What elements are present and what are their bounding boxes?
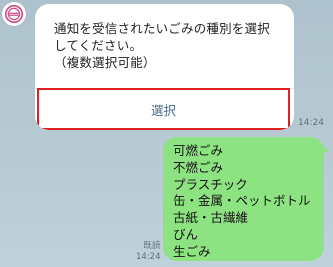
- emblem-icon: [5, 5, 23, 23]
- bubble-tail: [321, 145, 329, 155]
- incoming-message-bubble: 通知を受信されたいごみの種別を選択 してください。 （複数選択可能） 選択: [35, 4, 294, 130]
- avatar[interactable]: [2, 2, 26, 26]
- message-prompt-text: 通知を受信されたいごみの種別を選択 してください。 （複数選択可能）: [54, 21, 270, 70]
- outgoing-message-bubble: 可燃ごみ 不燃ごみ プラスチック 缶・金属・ペットボトル 古紙・古繊維 びん 生…: [163, 137, 329, 261]
- chat-view: 通知を受信されたいごみの種別を選択 してください。 （複数選択可能） 選択 14…: [0, 0, 333, 267]
- outgoing-timestamp: 14:24: [136, 252, 161, 262]
- read-status: 既読 14:24: [136, 241, 161, 263]
- reply-text: 可燃ごみ 不燃ごみ プラスチック 缶・金属・ペットボトル 古紙・古繊維 びん 生…: [173, 143, 311, 259]
- read-label: 既読: [143, 241, 161, 251]
- select-button[interactable]: 選択: [37, 88, 290, 130]
- incoming-timestamp: 14:24: [298, 118, 324, 128]
